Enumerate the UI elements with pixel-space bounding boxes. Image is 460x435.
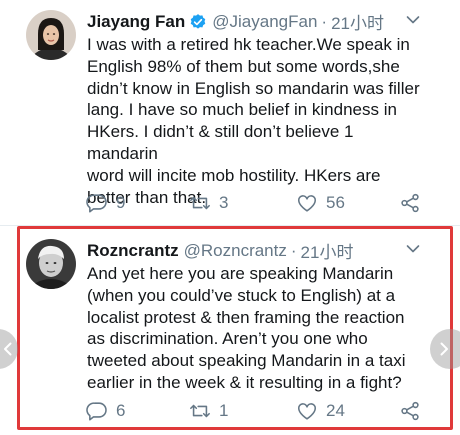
like-count: 24: [326, 401, 345, 420]
share-button[interactable]: [399, 400, 421, 422]
chevron-down-icon[interactable]: [405, 12, 421, 28]
reply-count: 6: [116, 401, 126, 420]
handle[interactable]: @JiayangFan: [212, 12, 317, 32]
timestamp[interactable]: 21小时: [301, 238, 354, 263]
tweet-actions: 6 1 24: [86, 400, 426, 426]
tweet-text: And yet here you are speaking Mandarin (…: [87, 264, 406, 392]
tweet-actions: 9 3 56: [86, 192, 426, 218]
retweet-icon: [190, 404, 210, 418]
handle[interactable]: @Rozncrantz: [184, 241, 287, 261]
arrow-left-icon: [4, 342, 12, 356]
chevron-down-icon[interactable]: [405, 241, 421, 257]
reply-icon: [86, 402, 107, 421]
reply-icon: [86, 194, 107, 213]
tweet-text: I was with a retired hk teacher.We speak…: [87, 35, 420, 207]
avatar[interactable]: [26, 239, 76, 289]
share-icon: [401, 401, 419, 421]
like-icon: [297, 195, 317, 212]
reply-button[interactable]: 9: [86, 192, 125, 214]
separator: ·: [290, 240, 297, 260]
retweet-count: 1: [219, 401, 229, 420]
timestamp[interactable]: 21小时: [331, 9, 384, 34]
tweet-header: Rozncrantz @Rozncrantz · 21小时: [87, 238, 353, 263]
reply-button[interactable]: 6: [86, 400, 125, 422]
retweet-count: 3: [219, 193, 229, 212]
reply-count: 9: [116, 193, 126, 212]
display-name[interactable]: Rozncrantz: [87, 241, 179, 261]
retweet-icon: [190, 196, 210, 210]
retweet-button[interactable]: 3: [189, 192, 228, 214]
tweet-header: Jiayang Fan @JiayangFan · 21小时: [87, 9, 384, 34]
tweet[interactable]: Jiayang Fan @JiayangFan · 21小时 I was wit…: [0, 0, 460, 226]
share-icon: [401, 193, 419, 213]
like-icon: [297, 403, 317, 420]
share-button[interactable]: [399, 192, 421, 214]
avatar[interactable]: [26, 10, 76, 60]
like-count: 56: [326, 193, 345, 212]
like-button[interactable]: 56: [296, 192, 345, 214]
display-name[interactable]: Jiayang Fan: [87, 12, 185, 32]
verified-badge-icon: [189, 13, 207, 31]
like-button[interactable]: 24: [296, 400, 345, 422]
tweet[interactable]: Rozncrantz @Rozncrantz · 21小时 And yet he…: [0, 226, 460, 435]
retweet-button[interactable]: 1: [189, 400, 228, 422]
arrow-right-icon: [440, 342, 448, 356]
separator: ·: [321, 11, 328, 31]
